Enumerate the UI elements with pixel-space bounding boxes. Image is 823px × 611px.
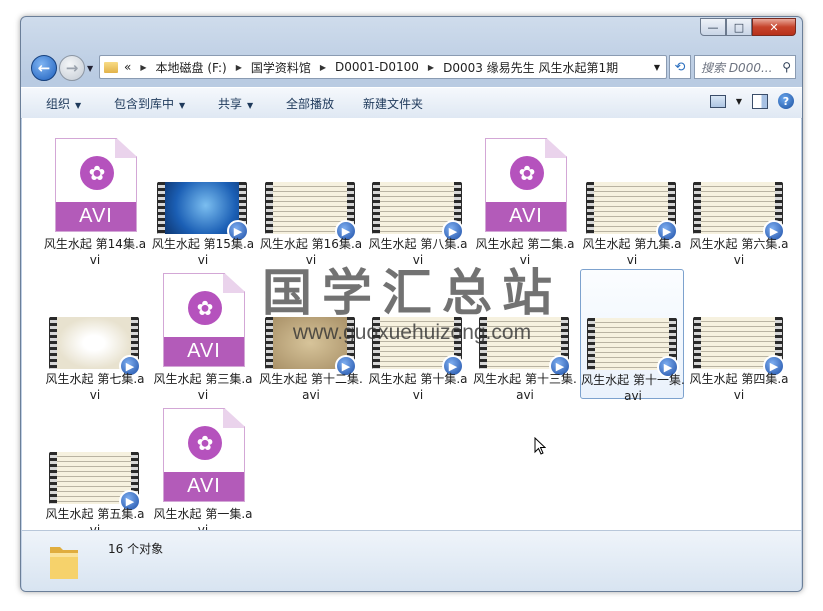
avi-label: AVI <box>486 202 566 231</box>
file-name: 风生水起 第四集.avi <box>689 372 789 402</box>
command-bar: 组织 ▼ 包含到库中 ▼ 共享 ▼ 全部播放 新建文件夹 ▼ ? <box>21 87 802 119</box>
navigation-bar: ← → ▼ « ▶ 本地磁盘 (F:) ▶ 国学资料馆 ▶ D0001-D010… <box>29 55 796 81</box>
avi-label: AVI <box>164 337 244 366</box>
file-item[interactable]: ✿ AVI 风生水起 第二集.avi <box>473 134 577 267</box>
breadcrumb-current[interactable]: D0003 缘易先生 风生水起第1期 <box>443 59 618 76</box>
recent-pages-dropdown[interactable]: ▼ <box>87 64 93 73</box>
file-name: 风生水起 第十集.avi <box>368 372 468 402</box>
folder-icon <box>104 61 118 73</box>
file-name: 风生水起 第八集.avi <box>368 237 468 267</box>
file-item[interactable]: ▶ 风生水起 第六集.avi <box>687 134 791 267</box>
file-name: 风生水起 第十三集.avi <box>473 372 577 402</box>
film-reel-icon: ✿ <box>188 291 222 325</box>
film-reel-icon: ✿ <box>80 156 114 190</box>
file-name: 风生水起 第二集.avi <box>475 237 575 267</box>
help-icon[interactable]: ? <box>778 93 794 109</box>
file-item[interactable]: ▶ 风生水起 第九集.avi <box>580 134 684 267</box>
avi-document-icon: ✿ AVI <box>163 408 245 502</box>
file-item[interactable]: ▶ 风生水起 第四集.avi <box>687 269 791 402</box>
breadcrumb-separator-icon[interactable]: ▶ <box>428 63 434 72</box>
avi-document-icon: ✿ AVI <box>485 138 567 232</box>
file-item[interactable]: ▶ 风生水起 第十三集.avi <box>473 269 577 402</box>
change-view-icon[interactable] <box>709 94 726 108</box>
search-icon[interactable]: ⚲ <box>782 60 791 74</box>
avi-label: AVI <box>164 472 244 501</box>
file-item[interactable]: ▶ 风生水起 第15集.avi <box>151 134 255 267</box>
window-controls: — □ ✕ <box>700 18 796 36</box>
file-item[interactable]: ✿AVI风生水起 第一集.avi <box>151 404 255 537</box>
minimize-button[interactable]: — <box>700 18 726 36</box>
avi-document-icon: ✿ AVI <box>163 273 245 367</box>
forward-button[interactable]: → <box>59 55 85 81</box>
file-item[interactable]: ▶风生水起 第五集.avi <box>43 404 147 537</box>
file-item[interactable]: ▶ 风生水起 第七集.avi <box>43 269 147 402</box>
breadcrumb-library[interactable]: 国学资料馆 <box>251 59 311 76</box>
file-item[interactable]: ▶ 风生水起 第十集.avi <box>366 269 470 402</box>
file-item[interactable]: ▶ 风生水起 第八集.avi <box>366 134 470 267</box>
search-input[interactable]: 搜索 D000... ⚲ <box>694 55 796 79</box>
details-pane: 16 个对象 <box>22 530 801 591</box>
breadcrumb-separator-icon[interactable]: ▶ <box>140 63 146 72</box>
film-reel-icon: ✿ <box>188 426 222 460</box>
back-button[interactable]: ← <box>31 55 57 81</box>
file-name: 风生水起 第七集.avi <box>45 372 145 402</box>
breadcrumb-overflow[interactable]: « <box>124 60 131 74</box>
file-name: 风生水起 第六集.avi <box>689 237 789 267</box>
file-view: ✿ AVI 风生水起 第14集.avi ▶ 风生水起 第15集.avi ▶ 风生水起 第16… <box>22 118 801 537</box>
address-bar[interactable]: « ▶ 本地磁盘 (F:) ▶ 国学资料馆 ▶ D0001-D0100 ▶ D0… <box>99 55 667 79</box>
file-item[interactable]: ▶ 风生水起 第16集.avi <box>259 134 363 267</box>
search-placeholder: 搜索 D000... <box>701 60 773 75</box>
avi-label: AVI <box>56 202 136 231</box>
address-dropdown-icon[interactable]: ▼ <box>654 63 660 72</box>
explorer-window: — □ ✕ ← → ▼ « ▶ 本地磁盘 (F:) ▶ 国学资料馆 ▶ D000… <box>20 16 803 592</box>
refresh-button[interactable]: ⟲ <box>669 55 691 79</box>
breadcrumb-drive[interactable]: 本地磁盘 (F:) <box>156 59 227 76</box>
file-item[interactable]: ✿ AVI 风生水起 第14集.avi <box>43 134 147 267</box>
breadcrumb-separator-icon[interactable]: ▶ <box>236 63 242 72</box>
file-name: 风生水起 第十二集.avi <box>259 372 363 402</box>
file-name: 风生水起 第16集.avi <box>259 237 363 267</box>
file-name: 风生水起 第九集.avi <box>582 237 682 267</box>
breadcrumb-range[interactable]: D0001-D0100 <box>335 60 419 74</box>
view-dropdown-icon[interactable]: ▼ <box>736 97 742 106</box>
file-item[interactable]: ✿ AVI 风生水起 第三集.avi <box>151 269 255 402</box>
preview-pane-icon[interactable] <box>752 93 768 109</box>
play-all-button[interactable]: 全部播放 <box>286 95 334 112</box>
film-reel-icon: ✿ <box>510 156 544 190</box>
breadcrumb-separator-icon[interactable]: ▶ <box>320 63 326 72</box>
folder-icon <box>50 547 78 579</box>
file-name: 风生水起 第14集.avi <box>43 237 147 267</box>
file-name: 风生水起 第十一集.avi <box>581 373 685 403</box>
mouse-cursor-icon <box>534 437 546 455</box>
file-item[interactable]: ▶ 风生水起 第十一集.avi <box>580 269 685 403</box>
share-button[interactable]: 共享 ▼ <box>218 95 253 112</box>
maximize-button[interactable]: □ <box>726 18 752 36</box>
close-button[interactable]: ✕ <box>752 18 796 36</box>
file-item[interactable]: ▶ 风生水起 第十二集.avi <box>259 269 363 402</box>
avi-document-icon: ✿ AVI <box>55 138 137 232</box>
include-in-library-button[interactable]: 包含到库中 ▼ <box>114 95 185 112</box>
organize-button[interactable]: 组织 ▼ <box>46 95 81 112</box>
file-name: 风生水起 第三集.avi <box>153 372 253 402</box>
item-count: 16 个对象 <box>108 542 164 556</box>
new-folder-button[interactable]: 新建文件夹 <box>363 95 423 112</box>
file-name: 风生水起 第15集.avi <box>151 237 255 267</box>
